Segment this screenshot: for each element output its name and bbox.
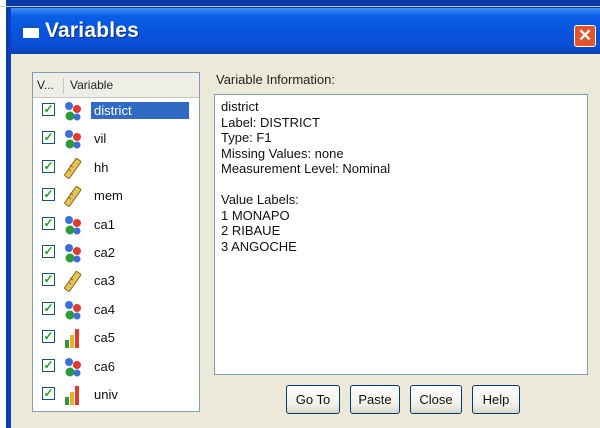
- nominal-icon: [63, 242, 83, 264]
- variable-name: ca6: [94, 358, 115, 374]
- include-checkbox[interactable]: ✓: [42, 273, 55, 287]
- info-line: 2 RIBAUE: [221, 223, 281, 238]
- column-header-variable[interactable]: Variable: [70, 78, 113, 92]
- info-line: Value Labels:: [221, 192, 299, 207]
- include-checkbox[interactable]: ✓: [42, 387, 55, 400]
- variable-row[interactable]: ✓ hh: [33, 156, 199, 180]
- include-checkbox[interactable]: ✓: [42, 245, 55, 258]
- close-icon: ✕: [577, 26, 593, 45]
- variable-row[interactable]: ✓ district: [33, 99, 199, 123]
- info-line: Type: F1: [221, 130, 272, 145]
- nominal-icon: [63, 100, 83, 122]
- info-line: [221, 177, 587, 193]
- include-checkbox[interactable]: ✓: [42, 301, 55, 315]
- info-line: Label: DISTRICT: [221, 114, 320, 130]
- include-checkbox[interactable]: ✓: [42, 216, 55, 230]
- variable-information-label: Variable Information:: [216, 72, 335, 87]
- variable-row[interactable]: ✓ ca3: [33, 269, 199, 293]
- include-checkbox[interactable]: ✓: [42, 330, 55, 344]
- title-bar[interactable]: Variables ✕: [11, 8, 600, 54]
- info-line: 3 ANGOCHE: [221, 238, 297, 254]
- scale-icon: [63, 185, 83, 208]
- ordinal-icon: [63, 327, 83, 349]
- nominal-icon: [63, 214, 83, 236]
- variable-name: ca2: [94, 245, 115, 260]
- info-line: Measurement Level: Nominal: [221, 161, 391, 176]
- variable-name: hh: [94, 159, 109, 175]
- paste-button[interactable]: Paste: [350, 385, 400, 414]
- include-checkbox[interactable]: ✓: [42, 188, 55, 202]
- go-to-button[interactable]: Go To: [286, 385, 340, 414]
- variable-row[interactable]: ✓ ca6: [33, 355, 199, 379]
- window-title: Variables: [45, 19, 140, 42]
- include-checkbox[interactable]: ✓: [42, 131, 55, 145]
- variable-row[interactable]: ✓ ca4: [33, 298, 199, 322]
- variables-dialog: Variables ✕ V... Variable ✓ district ✓ vil ✓…: [8, 8, 600, 428]
- variable-name: mem: [94, 188, 123, 204]
- background-grid-line: [0, 6, 600, 7]
- variable-row[interactable]: ✓ ca5: [33, 326, 199, 350]
- scale-icon: [63, 270, 83, 293]
- variable-name: ca3: [94, 273, 115, 289]
- column-header-visible[interactable]: V...: [37, 78, 64, 94]
- help-button[interactable]: Help: [472, 385, 520, 414]
- info-line: district: [221, 99, 259, 114]
- variable-row[interactable]: ✓ mem: [33, 184, 199, 208]
- variable-name: vil: [94, 131, 107, 147]
- close-button[interactable]: Close: [410, 385, 462, 414]
- nominal-icon: [63, 128, 83, 150]
- include-checkbox[interactable]: ✓: [42, 103, 55, 116]
- nominal-icon: [63, 299, 83, 321]
- include-checkbox[interactable]: ✓: [42, 159, 55, 173]
- variable-information-box[interactable]: district Label: DISTRICT Type: F1 Missing V…: [214, 94, 588, 375]
- variable-name: ca5: [94, 330, 115, 346]
- variable-list[interactable]: V... Variable ✓ district ✓ vil ✓ hh ✓ mem ✓ ca1 ✓ c…: [32, 72, 200, 412]
- scale-icon: [63, 157, 83, 179]
- window-icon: [23, 25, 39, 38]
- variable-list-header: V... Variable: [33, 73, 199, 98]
- close-window-button[interactable]: ✕: [574, 25, 596, 47]
- variable-row[interactable]: ✓ vil: [33, 127, 199, 151]
- variable-row[interactable]: ✓ ca1: [33, 213, 199, 237]
- info-line: Missing Values: none: [221, 145, 344, 161]
- ordinal-icon: [63, 384, 83, 406]
- variable-name: univ: [94, 387, 118, 402]
- variable-row[interactable]: ✓ univ: [33, 383, 199, 407]
- info-line: 1 MONAPO: [221, 207, 290, 223]
- variable-name: ca4: [94, 301, 115, 317]
- variable-name: district: [91, 102, 189, 119]
- nominal-icon: [63, 356, 83, 378]
- variable-row[interactable]: ✓ ca2: [33, 241, 199, 265]
- include-checkbox[interactable]: ✓: [42, 358, 55, 372]
- variable-name: ca1: [94, 216, 115, 232]
